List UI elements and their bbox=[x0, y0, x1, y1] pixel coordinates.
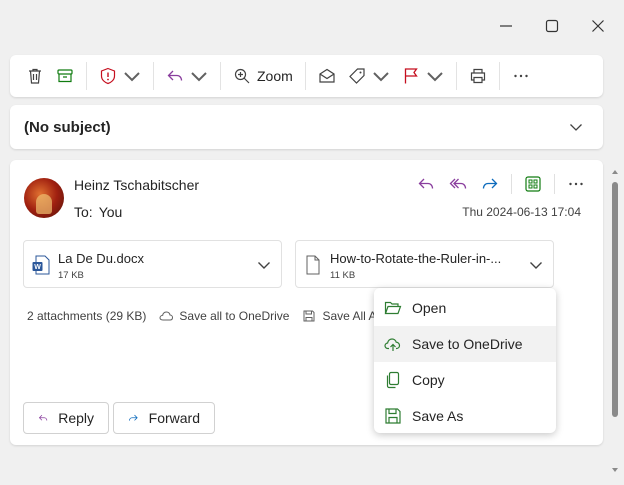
subject-title: (No subject) bbox=[24, 118, 111, 136]
cloud-upload-icon bbox=[384, 338, 401, 351]
chevron-down-icon[interactable] bbox=[569, 120, 583, 134]
tag-button[interactable] bbox=[342, 61, 396, 91]
minimize-button[interactable] bbox=[494, 14, 518, 38]
menu-item-save-to-onedrive[interactable]: Save to OneDrive bbox=[374, 326, 556, 362]
forward-button[interactable]: Forward bbox=[113, 402, 215, 434]
message-actions bbox=[417, 174, 585, 194]
recipient-name[interactable]: You bbox=[99, 204, 123, 220]
mark-read-icon bbox=[319, 68, 335, 83]
toolbar-separator bbox=[220, 62, 221, 90]
archive-button[interactable] bbox=[50, 61, 80, 91]
toolbar-separator bbox=[498, 62, 500, 90]
close-icon bbox=[592, 20, 604, 32]
save-all-onedrive-button[interactable]: Save all to OneDrive bbox=[159, 309, 289, 323]
menu-item-label: Copy bbox=[412, 372, 445, 388]
reply-options-button[interactable] bbox=[160, 61, 214, 91]
actions-separator bbox=[511, 174, 512, 194]
chevron-down-icon[interactable] bbox=[529, 259, 543, 271]
copy-icon bbox=[386, 371, 400, 389]
reply-label: Reply bbox=[58, 410, 94, 426]
cloud-icon bbox=[159, 311, 174, 321]
archive-icon bbox=[57, 69, 73, 83]
mark-read-button[interactable] bbox=[312, 61, 342, 91]
zoom-button[interactable]: Zoom bbox=[227, 61, 299, 91]
attachment-file[interactable]: How-to-Rotate-the-Ruler-in-... 11 KB bbox=[295, 240, 554, 288]
zoom-icon bbox=[234, 68, 250, 84]
chevron-down-icon bbox=[124, 72, 140, 82]
more-icon bbox=[514, 74, 528, 78]
save-icon bbox=[385, 408, 401, 424]
flag-button[interactable] bbox=[396, 61, 450, 91]
actions-separator bbox=[554, 174, 555, 194]
attachment-context-menu: Open Save to OneDrive Copy Save As bbox=[374, 288, 556, 433]
zoom-label: Zoom bbox=[257, 68, 293, 84]
more-icon[interactable] bbox=[567, 175, 585, 193]
save-all-attachments-button[interactable]: Save All At bbox=[302, 309, 380, 323]
chevron-down-icon bbox=[373, 72, 389, 82]
print-icon bbox=[470, 68, 485, 84]
attachment-size: 11 KB bbox=[330, 270, 356, 281]
forward-label: Forward bbox=[148, 410, 200, 426]
menu-item-save-as[interactable]: Save As bbox=[374, 398, 556, 434]
subject-bar[interactable]: (No subject) bbox=[10, 105, 603, 149]
save-all-attachments-label: Save All At bbox=[322, 309, 380, 323]
scrollbar-thumb[interactable] bbox=[612, 182, 618, 417]
file-icon bbox=[306, 255, 320, 275]
toolbar-separator bbox=[304, 62, 306, 90]
menu-item-label: Save to OneDrive bbox=[412, 336, 523, 352]
menu-item-label: Save As bbox=[412, 408, 464, 424]
reply-all-icon[interactable] bbox=[449, 175, 467, 193]
forward-icon[interactable] bbox=[481, 175, 499, 193]
attachment-size: 17 KB bbox=[58, 270, 84, 281]
reply-button[interactable]: Reply bbox=[23, 402, 109, 434]
menu-item-open[interactable]: Open bbox=[374, 290, 556, 326]
window-controls bbox=[494, 14, 610, 38]
attachment-count: 2 attachments (29 KB) bbox=[27, 309, 147, 323]
word-doc-icon: W bbox=[32, 255, 50, 275]
folder-open-icon bbox=[384, 301, 402, 315]
minimize-icon bbox=[500, 25, 512, 27]
to-label: To: bbox=[74, 204, 93, 220]
chevron-down-icon bbox=[191, 72, 207, 82]
recipient-line: To: You bbox=[74, 204, 122, 220]
scroll-down-icon[interactable] bbox=[611, 466, 619, 474]
attachment-name: La De Du.docx bbox=[58, 251, 144, 266]
save-icon bbox=[303, 310, 315, 322]
apps-grid-icon[interactable] bbox=[524, 175, 542, 193]
attachment-word-doc[interactable]: W La De Du.docx 17 KB bbox=[23, 240, 282, 288]
forward-icon bbox=[129, 414, 138, 421]
print-button[interactable] bbox=[463, 61, 493, 91]
delete-icon bbox=[29, 68, 41, 84]
attachment-summary: 2 attachments (29 KB) Save all to OneDri… bbox=[27, 309, 393, 323]
menu-item-label: Open bbox=[412, 300, 447, 316]
close-button[interactable] bbox=[586, 14, 610, 38]
svg-text:W: W bbox=[34, 264, 41, 271]
message-toolbar: Zoom bbox=[10, 55, 603, 97]
report-button[interactable] bbox=[93, 61, 147, 91]
attachment-name: How-to-Rotate-the-Ruler-in-... bbox=[330, 251, 502, 266]
report-icon bbox=[100, 67, 116, 85]
reply-icon[interactable] bbox=[417, 175, 435, 193]
toolbar-separator bbox=[86, 62, 87, 90]
toolbar-separator bbox=[153, 62, 154, 90]
avatar[interactable] bbox=[24, 178, 64, 218]
toolbar-separator bbox=[455, 62, 457, 90]
tag-icon bbox=[348, 68, 365, 84]
chevron-down-icon[interactable] bbox=[257, 259, 271, 271]
save-all-onedrive-label: Save all to OneDrive bbox=[179, 309, 290, 323]
delete-button[interactable] bbox=[20, 61, 50, 91]
scroll-up-icon[interactable] bbox=[611, 168, 619, 176]
flag-icon bbox=[404, 68, 418, 84]
reply-icon bbox=[167, 70, 183, 81]
vertical-scrollbar[interactable] bbox=[612, 160, 618, 480]
message-date: Thu 2024-06-13 17:04 bbox=[462, 205, 581, 219]
maximize-button[interactable] bbox=[540, 14, 564, 38]
reply-icon bbox=[38, 414, 48, 421]
menu-item-copy[interactable]: Copy bbox=[374, 362, 556, 398]
sender-name[interactable]: Heinz Tschabitscher bbox=[74, 177, 199, 193]
maximize-icon bbox=[545, 19, 559, 33]
more-options-button[interactable] bbox=[506, 61, 536, 91]
chevron-down-icon bbox=[427, 72, 443, 82]
